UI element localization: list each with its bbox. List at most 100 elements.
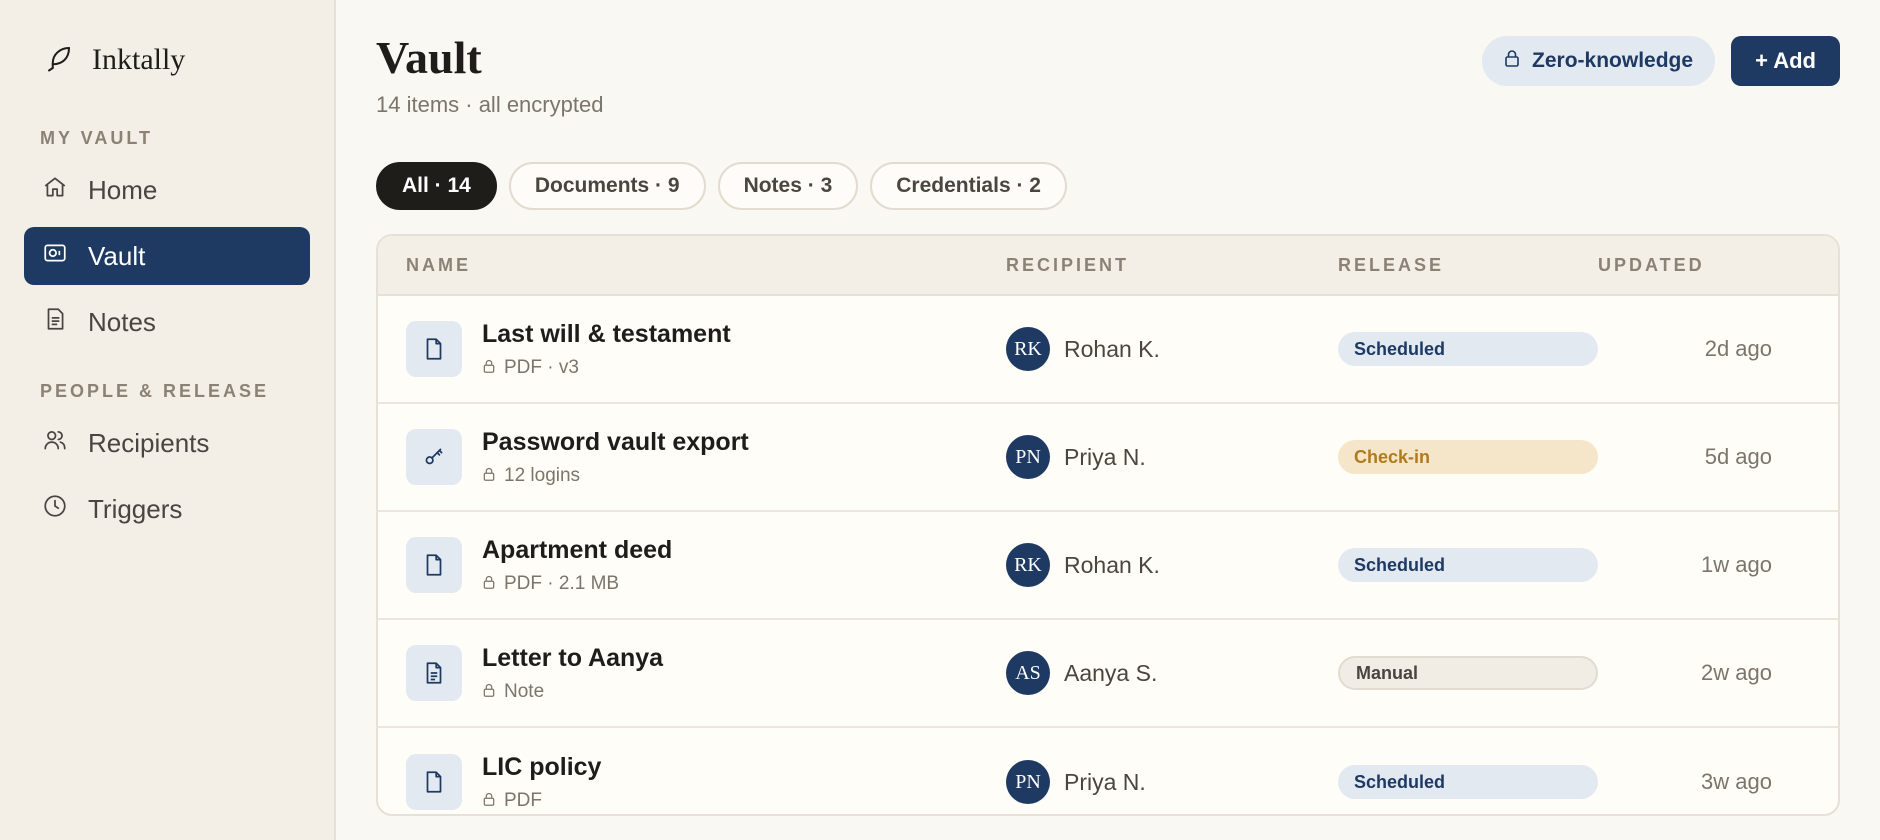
- document-icon: [406, 537, 462, 593]
- brand-name: Inktally: [92, 43, 186, 76]
- table-header: NAME RECIPIENT RELEASE UPDATED: [378, 236, 1838, 296]
- table-row[interactable]: Password vault export 12 logins PN Priya…: [378, 404, 1838, 512]
- table-row[interactable]: LIC policy PDF PN Priya N. Scheduled 3w …: [378, 728, 1838, 814]
- release-cell: Scheduled: [1338, 332, 1598, 366]
- release-badge: Check-in: [1338, 440, 1598, 474]
- avatar: PN: [1006, 760, 1050, 804]
- item-title: Apartment deed: [482, 535, 673, 564]
- updated-time: 1w ago: [1701, 552, 1772, 577]
- avatar: RK: [1006, 543, 1050, 587]
- avatar: RK: [1006, 327, 1050, 371]
- column-header-name[interactable]: NAME: [378, 255, 1006, 276]
- home-icon: [42, 174, 68, 207]
- recipient-name: Aanya S.: [1064, 659, 1158, 686]
- item-meta-text: PDF · v3: [504, 356, 579, 378]
- column-header-updated[interactable]: UPDATED: [1598, 255, 1798, 276]
- item-meta-text: PDF: [504, 789, 542, 811]
- zero-knowledge-label: Zero-knowledge: [1532, 49, 1694, 72]
- nav-my-vault: Home Vault Notes: [24, 161, 310, 351]
- column-header-release[interactable]: RELEASE: [1338, 255, 1598, 276]
- release-cell: Scheduled: [1338, 765, 1598, 799]
- sidebar-item-triggers[interactable]: Triggers: [24, 480, 310, 538]
- page-subtitle: 14 items · all encrypted: [376, 92, 604, 117]
- sidebar-item-label: Triggers: [88, 493, 183, 524]
- table-row[interactable]: Letter to Aanya Note AS Aanya S. Manual …: [378, 620, 1838, 728]
- name-cell: LIC policy PDF: [378, 753, 1006, 812]
- brand[interactable]: Inktally: [24, 40, 310, 80]
- filter-chip-credentials[interactable]: Credentials · 2: [870, 162, 1067, 210]
- note-icon: [406, 645, 462, 701]
- section-label-my-vault: MY VAULT: [40, 128, 153, 148]
- column-header-recipient[interactable]: RECIPIENT: [1006, 255, 1338, 276]
- vault-icon: [42, 240, 68, 273]
- name-cell: Password vault export 12 logins: [378, 428, 1006, 487]
- key-icon: [406, 429, 462, 485]
- release-badge: Scheduled: [1338, 332, 1598, 366]
- item-meta: PDF: [482, 790, 601, 812]
- name-cell: Last will & testament PDF · v3: [378, 320, 1006, 379]
- recipient-cell: AS Aanya S.: [1006, 651, 1338, 695]
- table-row[interactable]: Apartment deed PDF · 2.1 MB RK Rohan K. …: [378, 512, 1838, 620]
- name-cell: Apartment deed PDF · 2.1 MB: [378, 536, 1006, 595]
- release-cell: Manual: [1338, 656, 1598, 690]
- table-row[interactable]: Last will & testament PDF · v3 RK Rohan …: [378, 296, 1838, 404]
- lock-icon: [482, 465, 496, 487]
- item-title: Password vault export: [482, 427, 749, 456]
- main-content: Vault 14 items · all encrypted Zero-know…: [336, 0, 1880, 840]
- lock-icon: [482, 573, 496, 595]
- sidebar-item-label: Home: [88, 174, 158, 205]
- page-title: Vault: [376, 32, 482, 83]
- recipient-name: Priya N.: [1064, 768, 1146, 795]
- release-cell: Check-in: [1338, 440, 1598, 474]
- avatar: PN: [1006, 435, 1050, 479]
- users-icon: [42, 427, 68, 460]
- sidebar-item-label: Recipients: [88, 427, 210, 458]
- item-title: LIC policy: [482, 752, 602, 781]
- clock-icon: [42, 493, 68, 526]
- release-badge: Scheduled: [1338, 548, 1598, 582]
- item-title: Letter to Aanya: [482, 643, 664, 672]
- item-meta-text: 12 logins: [504, 464, 581, 486]
- recipient-cell: RK Rohan K.: [1006, 327, 1338, 371]
- avatar: AS: [1006, 651, 1050, 695]
- release-badge: Manual: [1338, 656, 1598, 690]
- filter-chip-all[interactable]: All · 14: [376, 162, 497, 210]
- zero-knowledge-badge[interactable]: Zero-knowledge: [1482, 36, 1716, 86]
- sidebar-item-home[interactable]: Home: [24, 161, 310, 219]
- item-title: Last will & testament: [482, 319, 731, 348]
- lock-icon: [482, 681, 496, 703]
- sidebar-item-label: Notes: [88, 306, 156, 337]
- recipient-name: Rohan K.: [1064, 335, 1160, 362]
- item-meta-text: PDF · 2.1 MB: [504, 572, 620, 594]
- sidebar-item-label: Vault: [88, 240, 146, 271]
- lock-icon: [1504, 49, 1520, 73]
- lock-icon: [482, 790, 496, 812]
- notes-icon: [42, 306, 68, 339]
- lock-icon: [482, 357, 496, 379]
- updated-time: 3w ago: [1701, 769, 1772, 794]
- item-meta: PDF · 2.1 MB: [482, 573, 672, 595]
- document-icon: [406, 754, 462, 810]
- feather-logo-icon: [44, 43, 74, 78]
- release-badge: Scheduled: [1338, 765, 1598, 799]
- nav-people-release: Recipients Triggers: [24, 414, 310, 538]
- filter-chip-notes[interactable]: Notes · 3: [717, 162, 859, 210]
- document-icon: [406, 321, 462, 377]
- vault-table: NAME RECIPIENT RELEASE UPDATED Last will…: [376, 234, 1840, 816]
- filter-chip-documents[interactable]: Documents · 9: [508, 162, 706, 210]
- sidebar-item-notes[interactable]: Notes: [24, 293, 310, 351]
- item-meta: PDF · v3: [482, 357, 731, 379]
- release-cell: Scheduled: [1338, 548, 1598, 582]
- sidebar-item-recipients[interactable]: Recipients: [24, 414, 310, 472]
- recipient-cell: PN Priya N.: [1006, 760, 1338, 804]
- updated-time: 2d ago: [1704, 336, 1772, 361]
- recipient-cell: RK Rohan K.: [1006, 543, 1338, 587]
- recipient-name: Rohan K.: [1064, 551, 1160, 578]
- updated-time: 5d ago: [1704, 444, 1772, 469]
- page-header: Vault 14 items · all encrypted Zero-know…: [376, 34, 1840, 118]
- recipient-name: Priya N.: [1064, 443, 1146, 470]
- sidebar-item-vault[interactable]: Vault: [24, 227, 310, 285]
- header-actions: Zero-knowledge + Add: [1482, 36, 1840, 86]
- add-button[interactable]: + Add: [1731, 36, 1840, 86]
- updated-time: 2w ago: [1701, 660, 1772, 685]
